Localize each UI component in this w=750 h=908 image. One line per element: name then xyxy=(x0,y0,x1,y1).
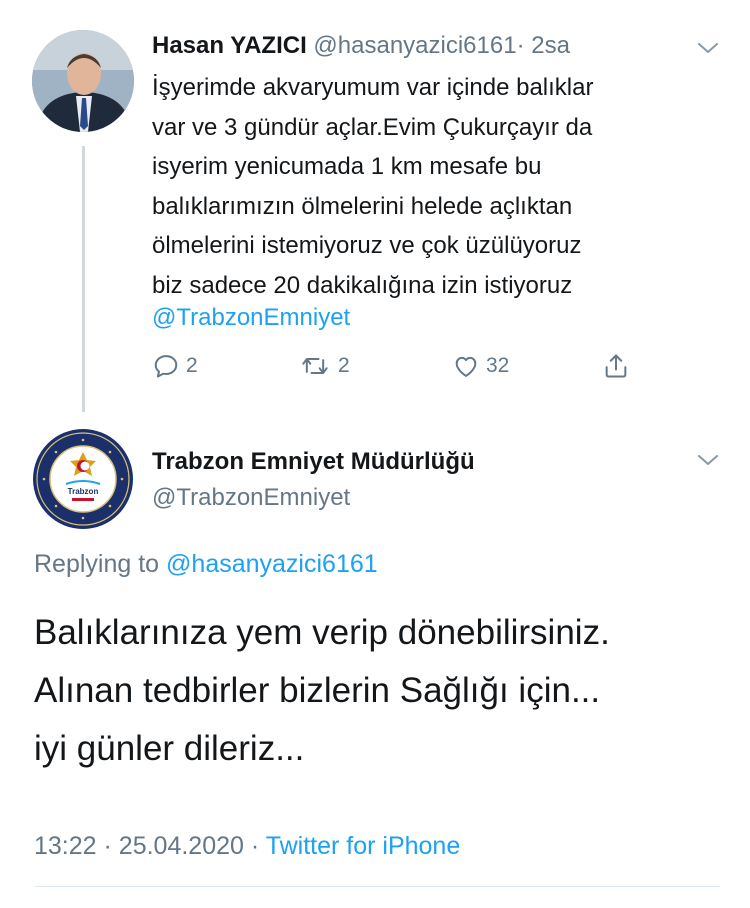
reply-icon xyxy=(154,355,178,378)
meta-dot: · xyxy=(250,832,260,860)
divider xyxy=(34,886,720,887)
like-count: 32 xyxy=(486,354,510,377)
author-handle[interactable]: @hasanyazici6161 xyxy=(313,32,516,59)
reply-text: Balıklarınıza yem verip dönebilirsiniz. … xyxy=(34,613,610,768)
replying-to-handle-link[interactable]: @hasanyazici6161 xyxy=(166,550,378,578)
avatar-photo xyxy=(32,30,134,132)
share-icon xyxy=(605,354,627,378)
reply-author-name[interactable]: Trabzon Emniyet Müdürlüğü xyxy=(152,446,475,478)
like-action[interactable]: 32 xyxy=(452,350,509,382)
share-action[interactable] xyxy=(602,350,630,382)
author-avatar[interactable] xyxy=(32,30,134,132)
chevron-down-icon[interactable] xyxy=(696,36,720,60)
replying-to-label: Replying to xyxy=(34,550,160,578)
retweet-action[interactable]: 2 xyxy=(298,350,350,382)
police-logo-icon: Trabzon xyxy=(33,429,133,529)
logo-text: Trabzon xyxy=(68,487,99,496)
reply-date: 25.04.2020 xyxy=(118,832,244,860)
replying-to-line: Replying to @hasanyazici6161 xyxy=(34,548,378,580)
reply-author-avatar[interactable]: Trabzon xyxy=(32,428,134,530)
reply-time: 13:22 xyxy=(34,832,97,860)
heart-icon xyxy=(455,356,477,377)
source-link[interactable]: Twitter for iPhone xyxy=(266,832,461,860)
reply-meta: 13:22 · 25.04.2020 · Twitter for iPhone xyxy=(34,830,460,862)
retweet-count: 2 xyxy=(338,354,350,377)
tweet-mention-link[interactable]: @TrabzonEmniyet xyxy=(152,302,350,334)
tweet-time-ago[interactable]: 2sa xyxy=(531,32,570,59)
thread-line xyxy=(82,146,85,412)
tweet-header: Hasan YAZICI @hasanyazici6161· 2sa xyxy=(152,30,570,62)
chevron-down-icon[interactable] xyxy=(696,448,720,472)
author-name[interactable]: Hasan YAZICI xyxy=(152,32,307,59)
tweet-text: İşyerimde akvaryumum var içinde balıklar… xyxy=(152,74,594,299)
header-separator: · xyxy=(516,32,525,59)
reply-action[interactable]: 2 xyxy=(152,350,198,382)
reply-count: 2 xyxy=(186,354,198,377)
meta-dot: · xyxy=(103,832,112,860)
reply-author-handle[interactable]: @TrabzonEmniyet xyxy=(152,482,350,514)
retweet-icon xyxy=(302,358,328,374)
